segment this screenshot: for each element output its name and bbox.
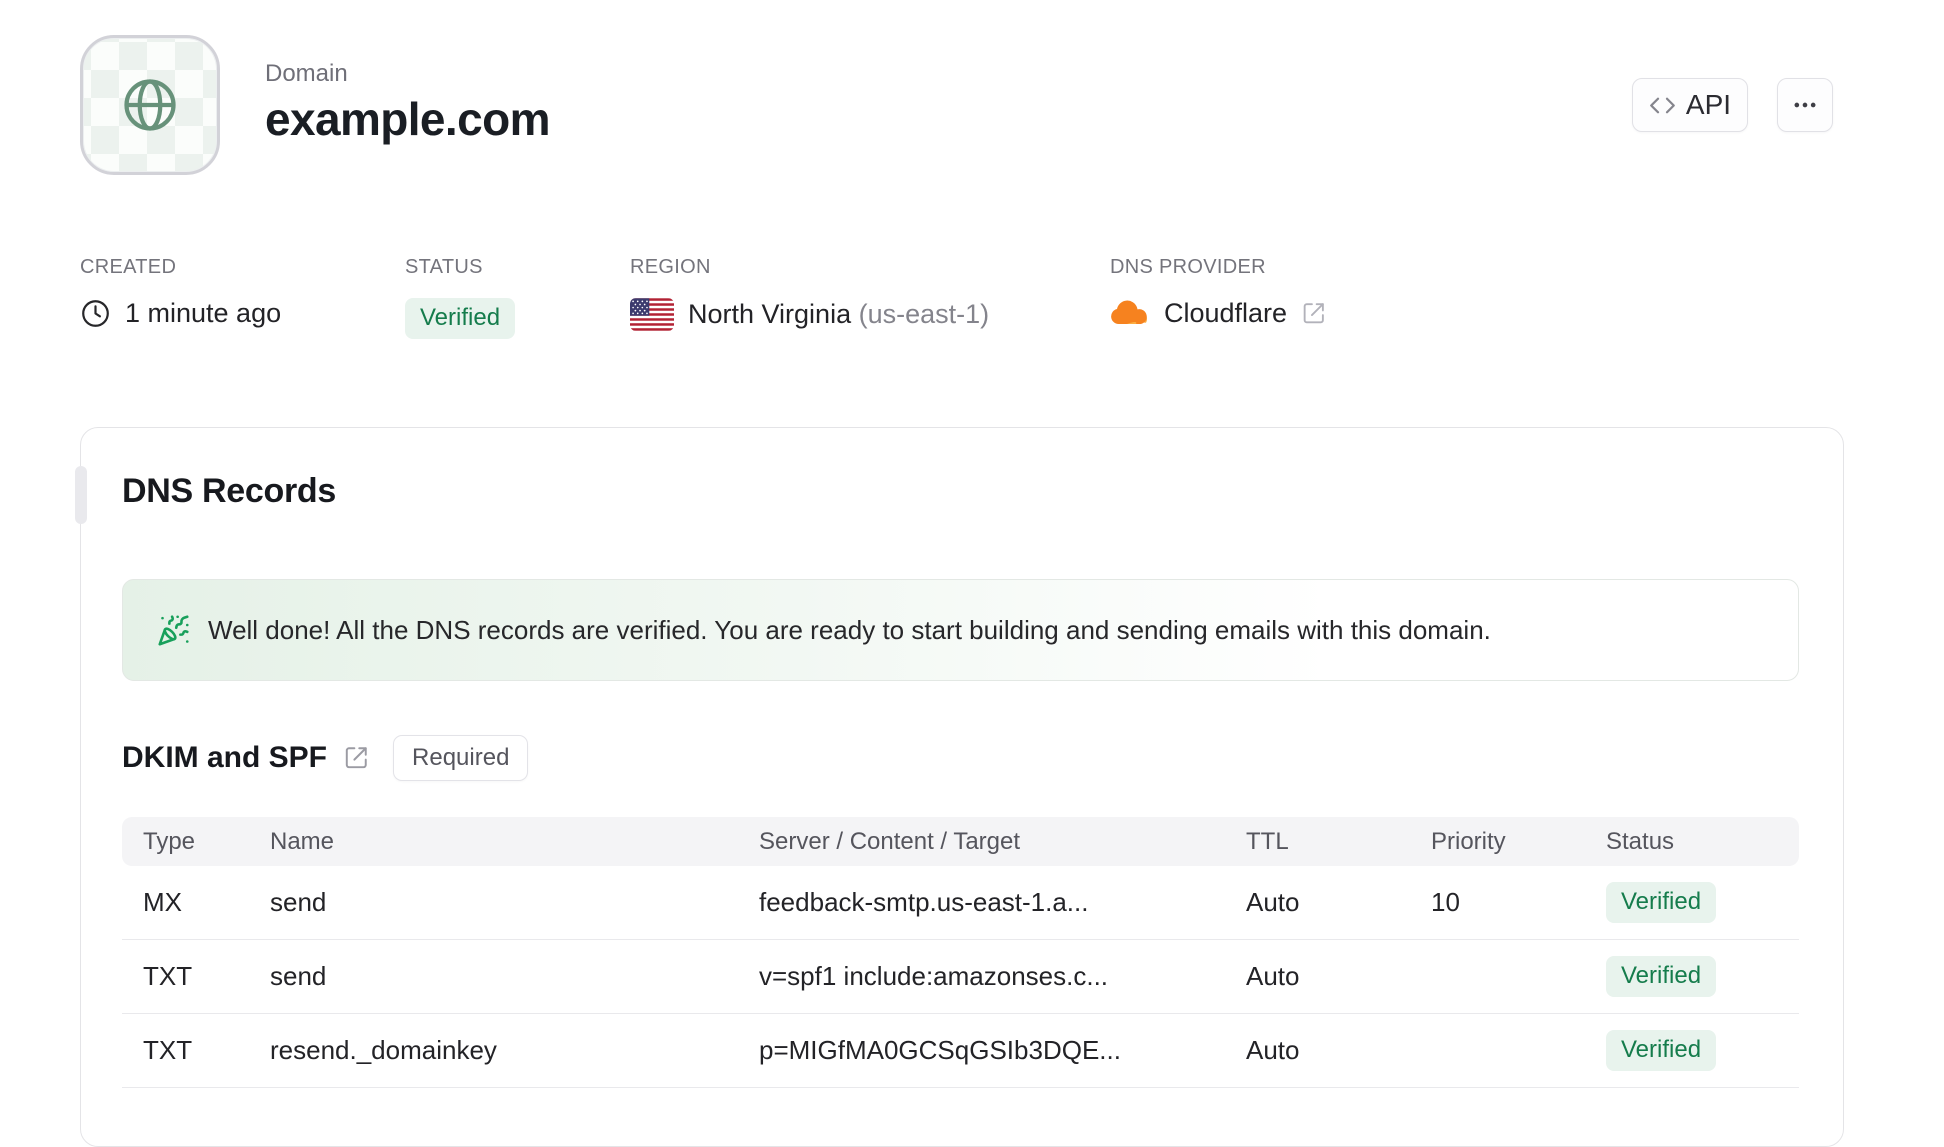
record-name: send <box>270 961 327 991</box>
external-link-icon[interactable] <box>343 745 369 771</box>
domain-kicker: Domain <box>265 60 348 87</box>
record-priority: 10 <box>1431 887 1460 917</box>
dns-records-card: DNS Records Well done! All the DNS recor… <box>75 427 1844 1147</box>
external-link-icon[interactable] <box>1301 301 1326 326</box>
page-title: example.com <box>265 93 550 145</box>
party-popper-icon <box>157 614 190 647</box>
record-ttl: Auto <box>1246 1035 1300 1065</box>
record-status: Verified <box>1606 882 1799 923</box>
record-content: v=spf1 include:amazonses.c... <box>759 961 1109 991</box>
dns-records-title: DNS Records <box>122 472 336 510</box>
col-status: Status <box>1606 827 1675 855</box>
meta-region: REGION North Virginia (us-east-1) <box>630 256 989 331</box>
created-value: 1 minute ago <box>125 298 282 328</box>
meta-dns-provider: DNS PROVIDER Cloudflare <box>1110 256 1324 328</box>
col-type: Type <box>143 827 196 855</box>
region-value: North Virginia (us-east-1) <box>688 299 990 329</box>
success-banner: Well done! All the DNS records are verif… <box>122 579 1799 681</box>
table-header-row: Type Name Server / Content / Target TTL … <box>122 817 1799 866</box>
meta-status: STATUS Verified <box>405 256 516 339</box>
dns-provider-value: Cloudflare <box>1164 298 1288 328</box>
record-ttl: Auto <box>1246 887 1300 917</box>
dkim-spf-section-header: DKIM and SPF Required <box>122 734 529 782</box>
clock-icon <box>80 298 111 329</box>
domain-avatar <box>80 35 220 175</box>
region-code: (us-east-1) <box>858 299 990 329</box>
us-flag-icon <box>630 298 674 331</box>
record-ttl: Auto <box>1246 961 1300 991</box>
col-content: Server / Content / Target <box>759 827 1021 855</box>
created-label: CREATED <box>80 256 177 278</box>
status-badge: Verified <box>1606 882 1717 923</box>
col-ttl: TTL <box>1246 827 1289 855</box>
api-button[interactable]: API <box>1632 78 1748 132</box>
dns-records-table: Type Name Server / Content / Target TTL … <box>122 817 1799 1088</box>
table-row[interactable]: TXT resend._domainkey p=MIGfMA0GCSqGSIb3… <box>122 1014 1799 1088</box>
meta-created: CREATED 1 minute ago <box>80 256 281 328</box>
card-left-tab <box>75 466 87 524</box>
record-type: TXT <box>143 961 193 991</box>
record-content: feedback-smtp.us-east-1.a... <box>759 887 1089 917</box>
api-button-label: API <box>1685 89 1732 120</box>
dns-provider-label: DNS PROVIDER <box>1110 256 1266 278</box>
success-banner-text: Well done! All the DNS records are verif… <box>208 614 1491 645</box>
dkim-spf-title: DKIM and SPF <box>122 741 328 774</box>
region-label: REGION <box>630 256 711 278</box>
code-icon <box>1649 92 1676 119</box>
required-badge: Required <box>393 735 529 781</box>
globe-icon <box>120 75 180 135</box>
cloudflare-icon <box>1110 300 1150 328</box>
record-type: TXT <box>143 1035 193 1065</box>
record-name: resend._domainkey <box>270 1035 497 1065</box>
record-status: Verified <box>1606 1030 1799 1071</box>
record-status: Verified <box>1606 956 1799 997</box>
status-badge: Verified <box>1606 956 1717 997</box>
more-button[interactable] <box>1777 78 1833 132</box>
status-label: STATUS <box>405 256 483 278</box>
status-badge: Verified <box>405 298 516 339</box>
record-content: p=MIGfMA0GCSqGSIb3DQE... <box>759 1035 1121 1065</box>
ellipsis-icon <box>1791 91 1819 119</box>
table-row[interactable]: TXT send v=spf1 include:amazonses.c... A… <box>122 940 1799 1014</box>
col-name: Name <box>270 827 335 855</box>
table-row[interactable]: MX send feedback-smtp.us-east-1.a... Aut… <box>122 866 1799 940</box>
status-badge: Verified <box>1606 1030 1717 1071</box>
record-type: MX <box>143 887 182 917</box>
record-name: send <box>270 887 327 917</box>
col-priority: Priority <box>1431 827 1506 855</box>
